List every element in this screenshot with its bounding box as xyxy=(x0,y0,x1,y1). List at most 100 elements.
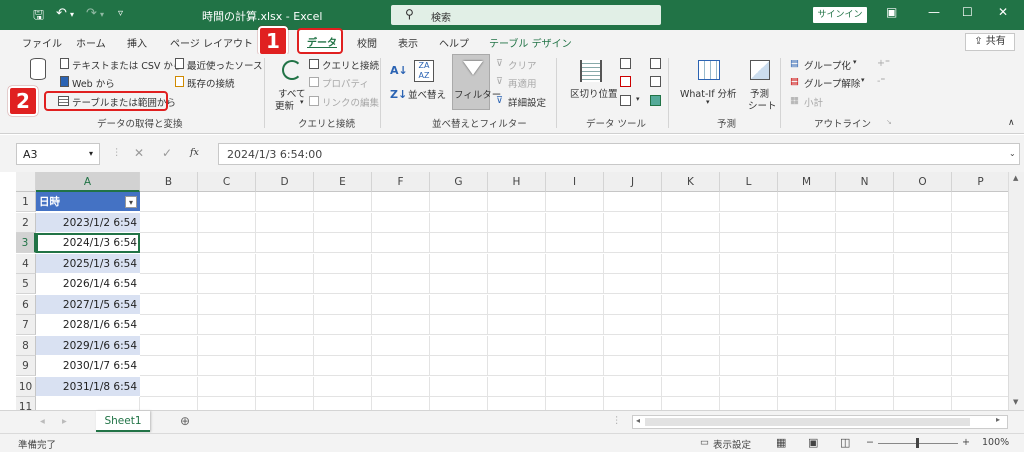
column-header-a[interactable]: A xyxy=(36,172,140,192)
signin-button[interactable]: サインイン xyxy=(813,7,867,23)
cell[interactable] xyxy=(488,212,546,233)
cell[interactable] xyxy=(662,274,720,294)
tab-help[interactable]: ヘルプ xyxy=(439,35,469,50)
cell[interactable] xyxy=(720,315,778,335)
sort-az-icon[interactable]: A↓ xyxy=(390,64,408,77)
cell[interactable] xyxy=(198,233,256,253)
cell[interactable] xyxy=(256,274,314,294)
scroll-right-icon[interactable]: ▸ xyxy=(996,415,1000,424)
cell[interactable] xyxy=(314,335,372,356)
row-header-8[interactable]: 8 xyxy=(16,335,36,356)
cell[interactable] xyxy=(256,315,314,335)
filter-dropdown-icon[interactable]: ▾ xyxy=(125,196,137,208)
cell[interactable] xyxy=(488,192,546,212)
web-button[interactable]: Web から xyxy=(72,76,115,90)
recent-sources-button[interactable]: 最近使ったソース xyxy=(187,58,263,72)
cell[interactable] xyxy=(140,253,198,274)
cell[interactable] xyxy=(720,294,778,315)
cell[interactable] xyxy=(836,192,894,212)
cell[interactable] xyxy=(952,212,1010,233)
column-header-p[interactable]: P xyxy=(952,172,1010,192)
cell[interactable] xyxy=(662,356,720,376)
cell[interactable] xyxy=(372,335,430,356)
cell[interactable] xyxy=(372,212,430,233)
cell[interactable] xyxy=(952,294,1010,315)
cell[interactable] xyxy=(488,294,546,315)
cell[interactable] xyxy=(314,294,372,315)
cell[interactable] xyxy=(662,315,720,335)
cell[interactable] xyxy=(372,253,430,274)
clear-filter-button[interactable]: クリア xyxy=(508,58,537,72)
cell[interactable] xyxy=(198,274,256,294)
cell[interactable] xyxy=(662,233,720,253)
sort-za-icon[interactable]: ZA AZ xyxy=(414,60,434,82)
cell[interactable] xyxy=(430,315,488,335)
close-icon[interactable]: ✕ xyxy=(998,5,1008,19)
what-if-icon[interactable] xyxy=(698,60,720,80)
cell[interactable] xyxy=(546,253,604,274)
enter-icon[interactable]: ✓ xyxy=(162,146,172,160)
cell[interactable] xyxy=(546,274,604,294)
cell[interactable] xyxy=(952,253,1010,274)
cell[interactable] xyxy=(836,335,894,356)
customize-icon[interactable]: ▿ xyxy=(118,8,123,19)
cell[interactable] xyxy=(372,294,430,315)
cell[interactable] xyxy=(198,192,256,212)
cell[interactable] xyxy=(372,192,430,212)
get-data-database-icon[interactable] xyxy=(30,58,46,80)
cell[interactable] xyxy=(894,253,952,274)
select-all-corner[interactable] xyxy=(16,172,36,192)
show-detail-icon[interactable]: +⁼ xyxy=(877,58,890,69)
prev-sheet-icon[interactable]: ◂ xyxy=(40,416,45,427)
tab-split-icon[interactable]: ⋮ xyxy=(612,415,622,426)
cell[interactable] xyxy=(430,356,488,376)
column-header-d[interactable]: D xyxy=(256,172,314,192)
table-row[interactable]: 2026/1/4 6:54 xyxy=(36,274,140,294)
cell[interactable] xyxy=(546,315,604,335)
formula-input[interactable]: 2024/1/3 6:54:00 ⌄ xyxy=(218,143,1020,165)
data-model-icon[interactable] xyxy=(650,95,661,106)
page-layout-view-icon[interactable]: ▣ xyxy=(808,436,818,449)
spreadsheet-grid[interactable]: ABCDEFGHIJKLMNOP 1 2 3 4 5 6 7 8 9 10 11 日時 ▾ 2023/1… xyxy=(16,172,1010,417)
cell[interactable] xyxy=(430,233,488,253)
name-box-dropdown-icon[interactable]: ▾ xyxy=(89,149,93,158)
cell[interactable] xyxy=(430,253,488,274)
cell[interactable] xyxy=(952,356,1010,376)
tab-data[interactable]: データ xyxy=(297,28,343,54)
cell[interactable] xyxy=(430,212,488,233)
column-header-o[interactable]: O xyxy=(894,172,952,192)
cell[interactable] xyxy=(140,356,198,376)
row-header-1[interactable]: 1 xyxy=(16,192,36,212)
cell[interactable] xyxy=(778,376,836,397)
save-icon[interactable]: 🖫 xyxy=(33,6,44,28)
cell[interactable] xyxy=(778,212,836,233)
cell[interactable] xyxy=(256,192,314,212)
cell[interactable] xyxy=(256,335,314,356)
group-button[interactable]: グループ化 xyxy=(804,58,851,72)
flash-fill-icon[interactable] xyxy=(620,58,631,69)
cell[interactable] xyxy=(604,233,662,253)
forecast-sheet-label-2[interactable]: シート xyxy=(748,98,777,112)
cell[interactable] xyxy=(662,335,720,356)
cell[interactable] xyxy=(720,376,778,397)
cell[interactable] xyxy=(488,335,546,356)
cell[interactable] xyxy=(198,356,256,376)
ungroup-button[interactable]: グループ解除 xyxy=(804,76,860,90)
cell[interactable] xyxy=(256,233,314,253)
cell[interactable] xyxy=(546,376,604,397)
tab-file[interactable]: ファイル xyxy=(22,35,62,50)
scroll-down-icon[interactable]: ▼ xyxy=(1013,398,1018,406)
next-sheet-icon[interactable]: ▸ xyxy=(62,416,67,427)
zoom-level[interactable]: 100% xyxy=(982,437,1009,448)
cell[interactable] xyxy=(140,315,198,335)
display-settings-button[interactable]: 表示設定 xyxy=(713,437,751,451)
cell[interactable] xyxy=(140,192,198,212)
column-header-e[interactable]: E xyxy=(314,172,372,192)
share-button[interactable]: ⇪ 共有 xyxy=(965,33,1015,51)
cell[interactable] xyxy=(140,274,198,294)
cell[interactable] xyxy=(372,356,430,376)
cell[interactable] xyxy=(662,376,720,397)
existing-connections-button[interactable]: 既存の接続 xyxy=(187,76,235,90)
cell[interactable] xyxy=(720,253,778,274)
cell[interactable] xyxy=(140,212,198,233)
